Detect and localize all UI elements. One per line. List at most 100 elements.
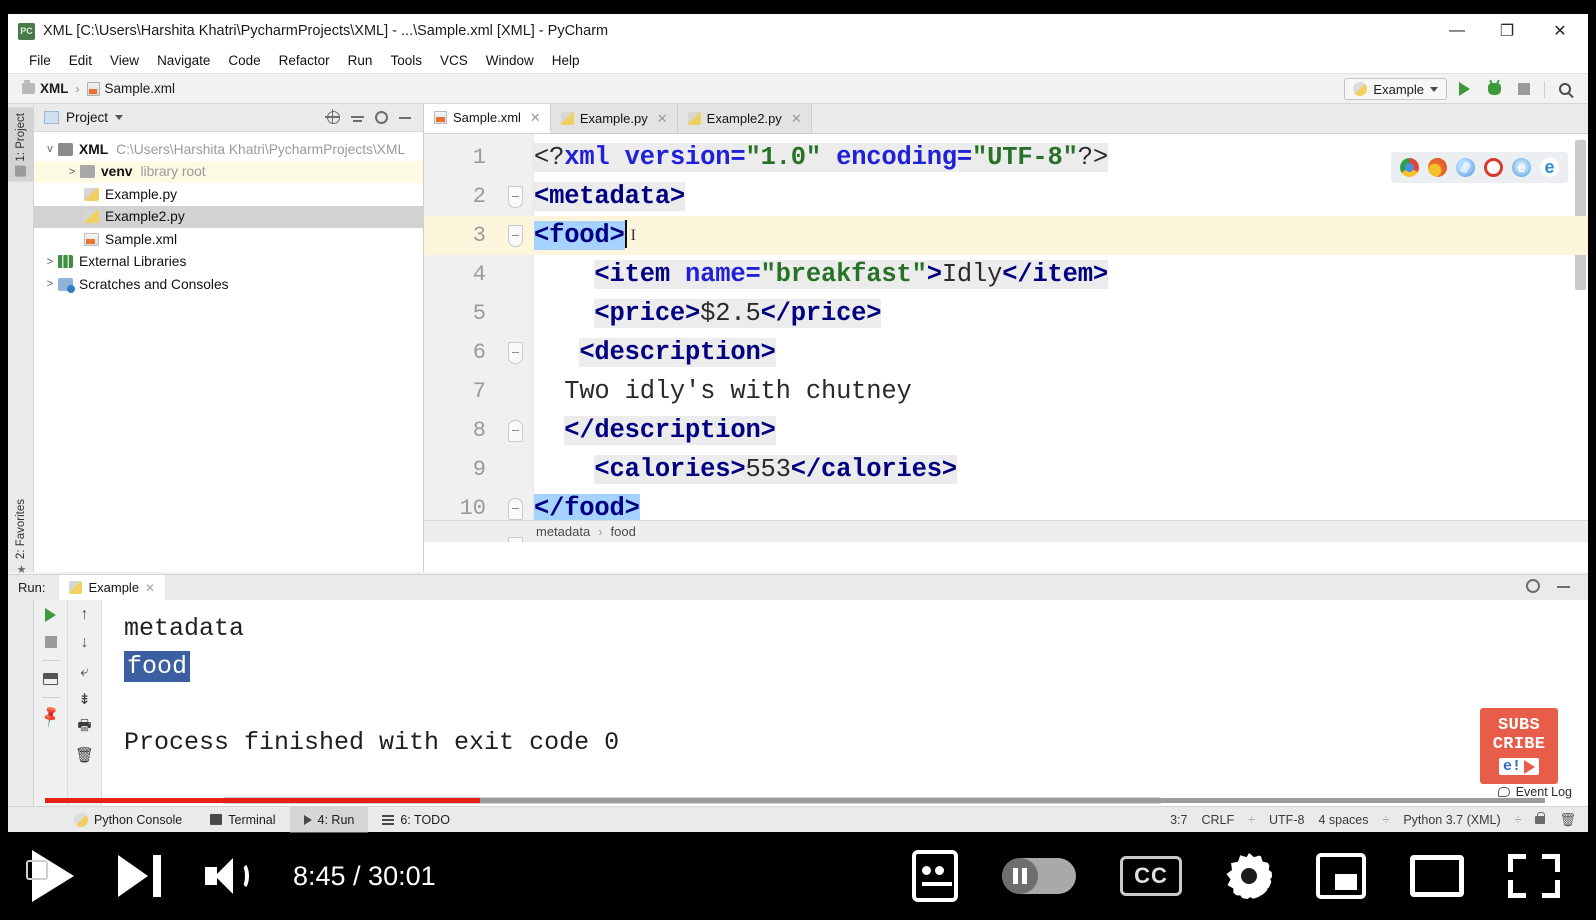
- indent-setting[interactable]: 4 spaces: [1318, 813, 1368, 827]
- collapse-all-button[interactable]: [345, 106, 369, 130]
- scroll-up-button[interactable]: ↑: [76, 606, 94, 624]
- menu-item-file[interactable]: File: [20, 51, 60, 70]
- run-button[interactable]: [1451, 76, 1477, 102]
- show-console-button[interactable]: [42, 670, 60, 688]
- status-terminal[interactable]: Terminal: [196, 807, 289, 833]
- lock-icon[interactable]: [1535, 811, 1546, 824]
- menu-item-navigate[interactable]: Navigate: [148, 51, 219, 70]
- tree-item-external-libraries[interactable]: > External Libraries: [34, 251, 423, 274]
- run-configuration-selector[interactable]: Example: [1344, 78, 1447, 100]
- tree-item-scratches-and-consoles[interactable]: > Scratches and Consoles: [34, 273, 423, 296]
- close-icon[interactable]: ✕: [145, 581, 155, 595]
- fold-column[interactable]: [496, 224, 534, 247]
- menu-item-edit[interactable]: Edit: [60, 51, 101, 70]
- debug-button[interactable]: [1481, 76, 1507, 102]
- fold-collapse-icon[interactable]: [507, 224, 523, 247]
- fold-column[interactable]: [496, 536, 534, 542]
- status-python-console[interactable]: Python Console: [60, 807, 196, 833]
- scroll-to-end-button[interactable]: ⇟: [76, 690, 94, 708]
- chevron-right-icon[interactable]: >: [42, 278, 58, 290]
- fold-column[interactable]: [496, 419, 534, 442]
- captions-button[interactable]: CC: [1098, 832, 1204, 920]
- menu-item-run[interactable]: Run: [339, 51, 382, 70]
- autoplay-toggle[interactable]: [980, 832, 1098, 920]
- print-button[interactable]: 🖶: [76, 717, 94, 736]
- chevron-right-icon[interactable]: >: [64, 166, 80, 178]
- tree-item-venv[interactable]: > venv library root: [34, 160, 423, 183]
- fold-collapse-icon[interactable]: [507, 341, 523, 364]
- volume-button[interactable]: [183, 832, 271, 920]
- video-settings-button[interactable]: [1204, 832, 1294, 920]
- menu-item-view[interactable]: View: [101, 51, 148, 70]
- run-console-output[interactable]: metadata food Process finished with exit…: [102, 600, 1588, 806]
- edge-icon[interactable]: [1540, 158, 1559, 177]
- menu-item-vcs[interactable]: VCS: [431, 51, 477, 70]
- event-log-button[interactable]: Event Log: [1497, 785, 1572, 799]
- tree-item-sample-xml[interactable]: Sample.xml: [34, 228, 423, 251]
- minimize-button[interactable]: —: [1432, 14, 1482, 48]
- python-interpreter[interactable]: Python 3.7 (XML): [1403, 813, 1500, 827]
- next-video-button[interactable]: [96, 832, 183, 920]
- video-progress-bar[interactable]: [45, 798, 1545, 803]
- nav-file-name[interactable]: Sample.xml: [105, 81, 176, 96]
- chevron-right-icon[interactable]: >: [42, 256, 58, 268]
- menu-item-window[interactable]: Window: [477, 51, 543, 70]
- sidebar-item-project[interactable]: 1: Project: [8, 108, 34, 182]
- firefox-icon[interactable]: [1428, 158, 1447, 177]
- status-todo[interactable]: 6: TODO: [368, 807, 464, 833]
- caret-position[interactable]: 3:7: [1170, 813, 1187, 827]
- restore-button[interactable]: ❐: [1482, 14, 1532, 48]
- hide-project-panel-button[interactable]: [393, 106, 417, 130]
- menu-item-code[interactable]: Code: [219, 51, 269, 70]
- run-settings-button[interactable]: [1526, 579, 1540, 593]
- locate-button[interactable]: [321, 106, 345, 130]
- fold-column[interactable]: [496, 497, 534, 520]
- menu-item-refactor[interactable]: Refactor: [270, 51, 339, 70]
- chevron-down-icon[interactable]: v: [42, 143, 58, 155]
- file-encoding[interactable]: UTF-8: [1269, 813, 1304, 827]
- soft-wrap-button[interactable]: ⤶: [76, 662, 94, 680]
- close-button[interactable]: ✕: [1532, 14, 1588, 48]
- run-tab-example[interactable]: Example ✕: [59, 575, 166, 600]
- play-button[interactable]: [10, 832, 96, 920]
- tab-example2-py[interactable]: Example2.py ✕: [677, 104, 812, 133]
- fold-column[interactable]: [496, 341, 534, 364]
- opera-icon[interactable]: [1484, 158, 1503, 177]
- fullscreen-button[interactable]: [1486, 832, 1582, 920]
- fold-column[interactable]: [496, 185, 534, 208]
- hide-run-panel-button[interactable]: [1557, 586, 1570, 588]
- sidebar-item-favorites[interactable]: ★ 2: Favorites: [8, 494, 34, 579]
- fold-collapse-icon[interactable]: [507, 497, 523, 520]
- subscribe-overlay[interactable]: SUBS CRIBE e!: [1480, 708, 1558, 784]
- tab-sample-xml[interactable]: Sample.xml ✕: [424, 104, 551, 133]
- breadcrumb-root[interactable]: metadata: [536, 524, 590, 539]
- fold-collapse-icon[interactable]: [507, 536, 523, 542]
- close-icon[interactable]: ✕: [530, 110, 541, 126]
- fold-collapse-icon[interactable]: [507, 419, 523, 442]
- menu-item-help[interactable]: Help: [543, 51, 589, 70]
- stop-button[interactable]: [1511, 76, 1537, 102]
- clear-all-button[interactable]: 🗑: [75, 746, 94, 764]
- fold-collapse-icon[interactable]: [507, 185, 523, 208]
- tree-item-example-py[interactable]: Example.py: [34, 183, 423, 206]
- stop-process-button[interactable]: [42, 633, 60, 651]
- video-size-toggle[interactable]: [26, 860, 48, 880]
- close-icon[interactable]: ✕: [791, 111, 802, 127]
- theater-mode-button[interactable]: [1388, 832, 1486, 920]
- close-icon[interactable]: ✕: [657, 111, 668, 127]
- search-everywhere-button[interactable]: [1552, 76, 1578, 102]
- status-run[interactable]: 4: Run: [289, 806, 369, 833]
- menu-item-tools[interactable]: Tools: [381, 51, 431, 70]
- miniplayer-button[interactable]: [1294, 832, 1388, 920]
- project-settings-button[interactable]: [369, 106, 393, 130]
- line-separator[interactable]: CRLF: [1201, 813, 1234, 827]
- internet-explorer-icon[interactable]: [1512, 158, 1531, 177]
- safari-icon[interactable]: [1456, 158, 1475, 177]
- tree-item-xml-root[interactable]: v XML C:\Users\Harshita Khatri\PycharmPr…: [34, 138, 423, 161]
- scroll-down-button[interactable]: ↓: [76, 634, 94, 652]
- chevron-down-icon[interactable]: [115, 115, 124, 120]
- tree-item-example2-py[interactable]: Example2.py: [34, 205, 423, 228]
- nav-project-name[interactable]: XML: [40, 81, 69, 96]
- breadcrumb-leaf[interactable]: food: [611, 524, 636, 539]
- tab-example-py[interactable]: Example.py ✕: [550, 104, 678, 133]
